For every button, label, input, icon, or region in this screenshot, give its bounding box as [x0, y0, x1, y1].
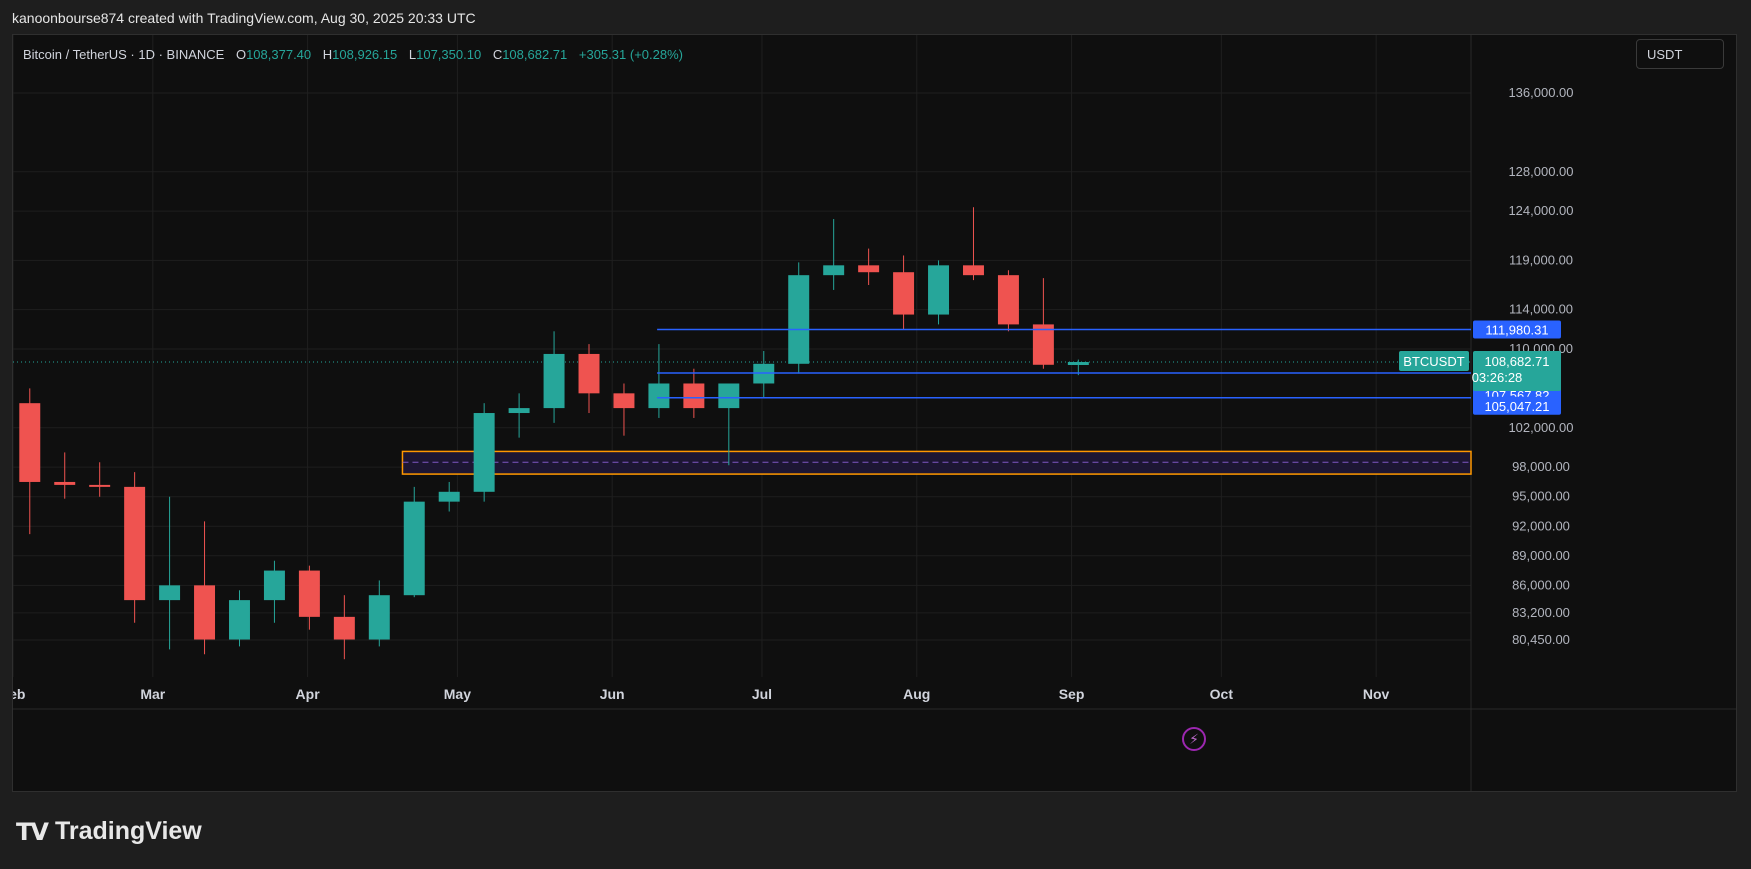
countdown-label: 03:26:28: [1472, 370, 1523, 385]
candle-body: [1032, 324, 1054, 365]
low-value: 107,350.10: [416, 47, 482, 62]
candle-body: [124, 486, 146, 601]
x-tick-label: Nov: [1363, 686, 1390, 702]
x-tick-label: Jul: [752, 686, 772, 702]
close-value: 108,682.71: [502, 47, 568, 62]
candle-body: [788, 275, 810, 364]
y-tick-label: 80,450.00: [1512, 632, 1570, 647]
candle-body: [823, 265, 845, 276]
tradingview-brand[interactable]: TV TradingView: [16, 817, 202, 846]
y-tick-label: 83,200.00: [1512, 605, 1570, 620]
x-tick-label: Apr: [296, 686, 321, 702]
candle-body: [683, 383, 705, 409]
candle-body: [962, 265, 984, 276]
lightning-icon[interactable]: ⚡: [1182, 727, 1206, 751]
close-label: C: [492, 47, 503, 62]
candle-body: [438, 491, 460, 502]
y-tick-label: 102,000.00: [1508, 420, 1573, 435]
y-tick-label: 124,000.00: [1508, 203, 1573, 218]
candle-body: [333, 616, 355, 640]
candlestick-chart[interactable]: 80,450.00 83,200.00 86,000.00 89,000.00 92,0…: [13, 35, 1737, 792]
level-price-label: 111,980.31: [1485, 323, 1548, 338]
candle-body: [648, 383, 670, 409]
chart-area[interactable]: 80,450.00 83,200.00 86,000.00 89,000.00 92,0…: [12, 34, 1737, 792]
x-tick-label: May: [444, 686, 471, 702]
ohlc-legend: Bitcoin / TetherUS · 1D · BINANCE O108,3…: [23, 47, 683, 62]
y-tick-label: 86,000.00: [1512, 577, 1570, 592]
high-value: 108,926.15: [332, 47, 398, 62]
x-tick-label: Aug: [903, 686, 930, 702]
x-tick-label: Oct: [1210, 686, 1234, 702]
candle-body: [473, 413, 495, 492]
level-price-label: 105,047.21: [1484, 399, 1549, 414]
candle-body: [298, 570, 320, 617]
y-tick-label: 89,000.00: [1512, 548, 1570, 563]
candle-body: [928, 265, 950, 315]
x-tick-label: Jun: [600, 686, 625, 702]
candle-body: [19, 403, 41, 482]
candle-body: [858, 265, 880, 273]
last-price-label: 108,682.71: [1484, 354, 1549, 369]
change-value: +305.31 (+0.28%): [578, 47, 683, 62]
open-value: 108,377.40: [246, 47, 312, 62]
candle-body: [403, 501, 425, 596]
candle-body: [89, 484, 111, 487]
candle-body: [543, 353, 565, 409]
candle-body: [194, 585, 216, 640]
candle-body: [263, 570, 285, 601]
y-tick-label: 95,000.00: [1512, 489, 1570, 504]
candle-body: [613, 393, 635, 409]
x-tick-label: Mar: [140, 686, 165, 702]
x-tick-label: Sep: [1059, 686, 1085, 702]
tradingview-logo-icon: TV: [16, 817, 49, 846]
candle-body: [54, 481, 76, 485]
candle-body: [718, 383, 740, 409]
candle-body: [229, 600, 250, 640]
x-tick-label: Feb: [13, 686, 25, 702]
y-tick-label: 136,000.00: [1508, 85, 1573, 100]
brand-name: TradingView: [54, 817, 202, 845]
candle-body: [508, 408, 530, 414]
candle-body: [1067, 361, 1089, 365]
high-label: H: [322, 47, 333, 62]
y-tick-label: 119,000.00: [1509, 252, 1573, 267]
y-tick-label: 98,000.00: [1512, 459, 1570, 474]
candle-body: [997, 275, 1019, 325]
y-tick-label: 114,000.00: [1509, 302, 1573, 317]
chart-caption: kanoonbourse874 created with TradingView…: [12, 10, 476, 26]
candle-body: [368, 595, 390, 640]
y-tick-label: 92,000.00: [1512, 518, 1570, 533]
symbol-tag-label: BTCUSDT: [1403, 354, 1464, 369]
y-tick-label: 128,000.00: [1508, 164, 1573, 179]
symbol-label[interactable]: Bitcoin / TetherUS · 1D · BINANCE: [23, 47, 224, 62]
candle-body: [578, 353, 600, 394]
open-label: O: [235, 47, 247, 62]
candle-body: [159, 585, 181, 601]
candle-body: [893, 272, 915, 315]
currency-button[interactable]: USDT: [1636, 39, 1724, 69]
